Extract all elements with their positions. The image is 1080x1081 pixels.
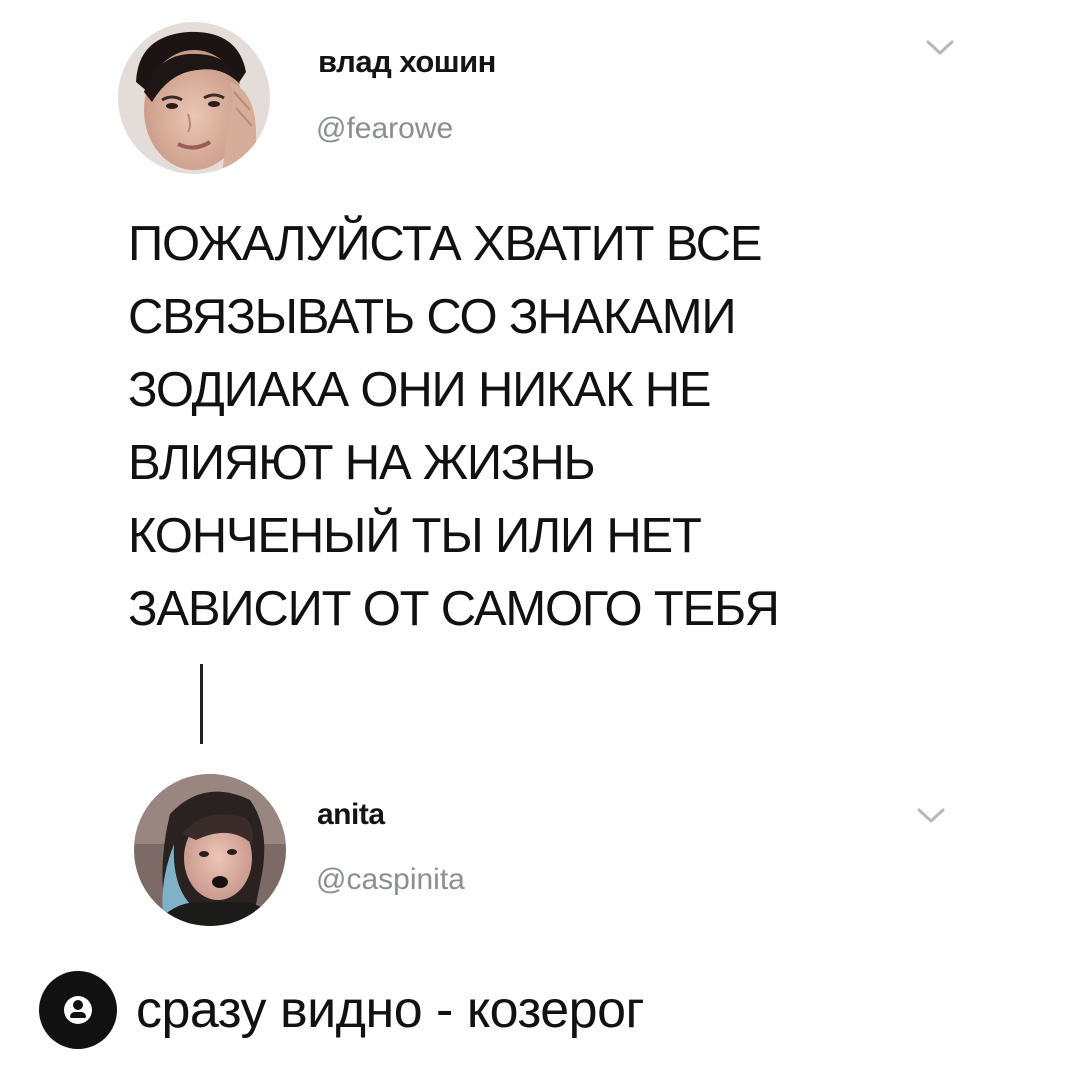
avatar-photo bbox=[118, 22, 270, 174]
reply-text: сразу видно - козерог bbox=[136, 981, 644, 1039]
tweet-text: ПОЖАЛУЙСТА ХВАТИТ ВСЕ СВЯЗЫВАТЬ СО ЗНАКА… bbox=[128, 217, 780, 636]
original-tweet: влад хошин @fearowe ПОЖАЛУЙСТА ХВАТИТ ВС… bbox=[0, 0, 1080, 660]
author-display-name[interactable]: влад хошин bbox=[318, 44, 496, 80]
chevron-down-icon[interactable] bbox=[925, 38, 955, 58]
reply-tweet: anita @caspinita сразу видно - козерог bbox=[0, 760, 1080, 1081]
thread-connector-line bbox=[200, 664, 203, 744]
reply-author-avatar[interactable] bbox=[134, 774, 286, 926]
chevron-down-icon[interactable] bbox=[916, 806, 946, 826]
author-avatar[interactable] bbox=[118, 22, 270, 174]
avatar-photo bbox=[134, 774, 286, 926]
instagram-user-badge-icon[interactable] bbox=[39, 971, 117, 1049]
reply-author-display-name[interactable]: anita bbox=[317, 798, 385, 832]
reply-author-handle[interactable]: @caspinita bbox=[316, 863, 465, 897]
author-handle[interactable]: @fearowe bbox=[316, 112, 453, 146]
